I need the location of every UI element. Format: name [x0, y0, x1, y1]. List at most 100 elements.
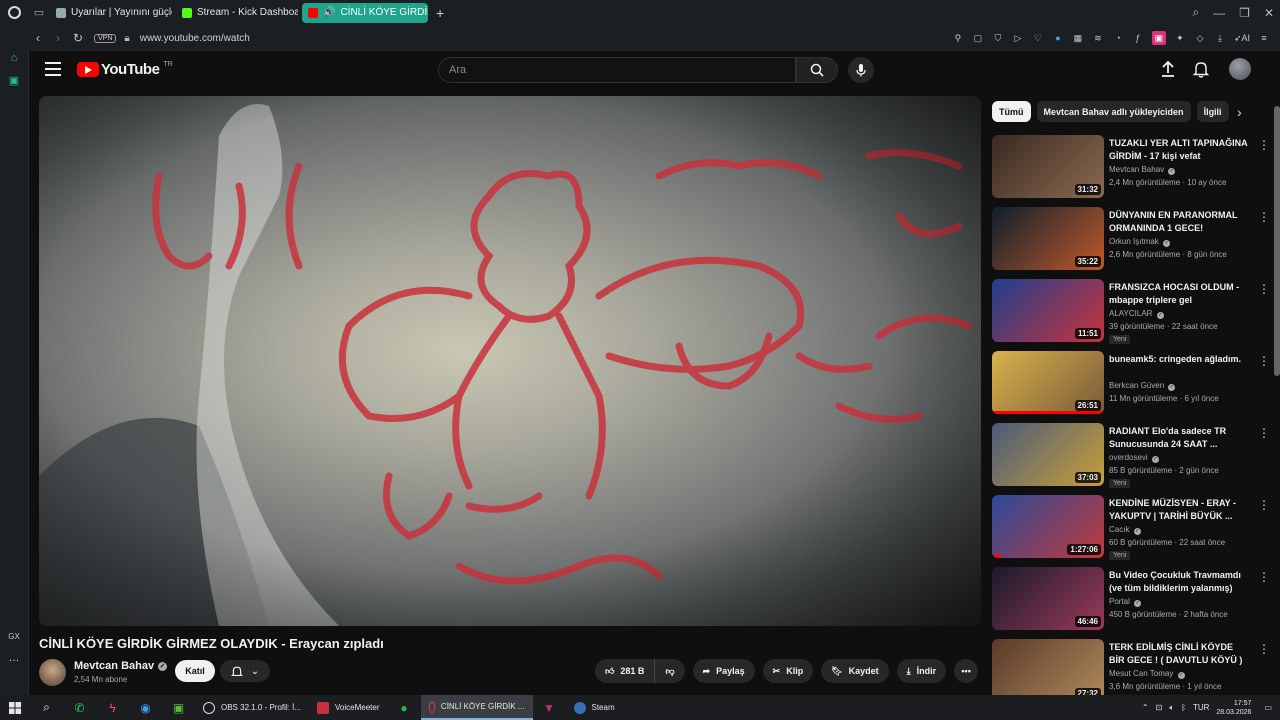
- xbox-icon[interactable]: ▣: [162, 695, 195, 720]
- save-button[interactable]: 🔖︎ Kaydet: [821, 659, 889, 683]
- recommendation-item[interactable]: 46:46 Bu Video Çocukluk Travmamdı (ve tü…: [992, 567, 1272, 635]
- close-window-button[interactable]: ✕: [1264, 6, 1274, 20]
- upload-button[interactable]: [1160, 60, 1176, 83]
- join-button[interactable]: Katıl: [175, 660, 215, 682]
- recommendation-title[interactable]: buneamk5: cringeden ağladım.: [1109, 353, 1249, 366]
- extension-pink-icon[interactable]: ▣: [1151, 31, 1166, 45]
- more-vertical-icon[interactable]: ⋮: [1258, 642, 1270, 656]
- recommendation-item[interactable]: 37:03 RADIANT Elo'da sadece TR Sunucusun…: [992, 423, 1272, 491]
- sidebar-gx-label[interactable]: GX: [0, 625, 28, 647]
- more-actions-button[interactable]: •••: [954, 659, 979, 683]
- subscription-bell-button[interactable]: ⌄: [220, 660, 270, 682]
- chips-next-chevron-icon[interactable]: ›: [1237, 104, 1242, 120]
- channel-name[interactable]: Mevtcan Bahav ✓: [74, 660, 168, 672]
- download-button[interactable]: ⤓ İndir: [896, 659, 947, 683]
- recommendation-title[interactable]: KENDİNE MÜZİSYEN - ERAY - YAKUPTV | TARİ…: [1109, 497, 1249, 523]
- account-avatar[interactable]: [1229, 58, 1251, 80]
- video-thumbnail[interactable]: 31:32: [992, 135, 1104, 198]
- url-field[interactable]: www.youtube.com/watch: [140, 33, 250, 44]
- more-vertical-icon[interactable]: ⋮: [1258, 570, 1270, 584]
- video-thumbnail[interactable]: 27:32: [992, 639, 1104, 702]
- search-input[interactable]: Ara: [438, 57, 796, 83]
- more-vertical-icon[interactable]: ⋮: [1258, 282, 1270, 296]
- opera-gx-logo-icon[interactable]: [0, 0, 28, 25]
- back-button[interactable]: ‹: [28, 31, 48, 45]
- recommendation-item[interactable]: 35:22 DÜNYANIN EN PARANORMAL ORMANINDA 1…: [992, 207, 1272, 275]
- vegas-icon[interactable]: ▼: [533, 695, 566, 720]
- recommendation-item[interactable]: 31:32 TUZAKLI YER ALTI TAPINAĞINA GİRDİM…: [992, 135, 1272, 203]
- shield-icon[interactable]: ⛉: [992, 32, 1004, 44]
- player-icon[interactable]: ▷: [1012, 32, 1024, 44]
- video-thumbnail[interactable]: 26:51: [992, 351, 1104, 414]
- search-tabs-icon[interactable]: ⌕: [1192, 5, 1199, 20]
- clip-button[interactable]: ✂ Klip: [762, 659, 814, 683]
- extension-clock-icon[interactable]: ◔: [1112, 32, 1124, 44]
- browser-menu-icon[interactable]: ≡: [1258, 32, 1270, 44]
- tray-volume-icon[interactable]: 🔈︎: [1169, 703, 1174, 713]
- language-indicator[interactable]: TUR: [1193, 703, 1209, 712]
- tray-chevron-up-icon[interactable]: ⌃: [1142, 703, 1149, 712]
- dislike-button[interactable]: 👎︎: [655, 659, 685, 683]
- more-vertical-icon[interactable]: ⋮: [1258, 426, 1270, 440]
- snapshot-icon[interactable]: ▢: [972, 32, 984, 44]
- page-scrollbar[interactable]: [1274, 106, 1280, 376]
- video-thumbnail[interactable]: 35:22: [992, 207, 1104, 270]
- video-player[interactable]: [39, 96, 981, 626]
- share-button[interactable]: ➦ Paylaş: [692, 659, 755, 683]
- forward-button[interactable]: ›: [48, 31, 68, 45]
- more-vertical-icon[interactable]: ⋮: [1258, 498, 1270, 512]
- recommendation-channel[interactable]: overdosevi ✓: [1109, 453, 1159, 463]
- extension-slash-icon[interactable]: ƒ: [1132, 32, 1144, 44]
- recommendation-channel[interactable]: Cacık ✓: [1109, 525, 1141, 535]
- recommendation-title[interactable]: TUZAKLI YER ALTI TAPINAĞINA GİRDİM - 17 …: [1109, 137, 1249, 163]
- download-icon[interactable]: ⤓: [1214, 32, 1226, 44]
- like-button[interactable]: 👍︎ 281 B: [595, 659, 656, 683]
- tray-network-icon[interactable]: ⊡: [1156, 703, 1163, 712]
- sidebar-ai-icon[interactable]: ⌂: [0, 47, 28, 69]
- chip-all[interactable]: Tümü: [992, 101, 1031, 122]
- notifications-button[interactable]: [1192, 60, 1210, 83]
- taskbar-app-obs[interactable]: OBS 32.1.0 - Profil: İ...: [195, 695, 309, 720]
- extension-box-icon[interactable]: ▦: [1072, 32, 1084, 44]
- lock-icon[interactable]: 🔒︎: [124, 33, 129, 44]
- more-vertical-icon[interactable]: ⋮: [1258, 210, 1270, 224]
- recommendation-title[interactable]: DÜNYANIN EN PARANORMAL ORMANINDA 1 GECE!: [1109, 209, 1249, 235]
- recommendation-title[interactable]: FRANSIZCA HOCASI OLDUM - mbappe triplere…: [1109, 281, 1249, 307]
- speaker-icon[interactable]: 🔊: [323, 7, 335, 18]
- taskbar-app-voicemeeter[interactable]: VoiceMeeter: [309, 695, 387, 720]
- restore-button[interactable]: ❐: [1239, 6, 1250, 20]
- whatsapp-icon[interactable]: ✆: [63, 695, 96, 720]
- video-thumbnail[interactable]: 1:27:06: [992, 495, 1104, 558]
- edge-icon[interactable]: ◉: [129, 695, 162, 720]
- channel-avatar[interactable]: [39, 659, 66, 686]
- spotify-icon[interactable]: ●: [388, 695, 421, 720]
- chip-related[interactable]: İlgili: [1196, 101, 1229, 122]
- recommendation-item[interactable]: 11:51 FRANSIZCA HOCASI OLDUM - mbappe tr…: [992, 279, 1272, 347]
- chip-from-uploader[interactable]: Mevtcan Bahav adlı yükleyiciden: [1036, 101, 1191, 122]
- pin-icon[interactable]: ⚲: [952, 32, 964, 44]
- recommendation-channel[interactable]: Mesut Can Tomay ✓: [1109, 669, 1185, 679]
- extension-gem-icon[interactable]: ◇: [1194, 32, 1206, 44]
- recommendation-channel[interactable]: Orkun Işıtmak ✓: [1109, 237, 1171, 247]
- taskbar-app-steam[interactable]: Steam: [566, 695, 623, 720]
- notification-center-icon[interactable]: ▭: [1264, 703, 1272, 712]
- valorant-icon[interactable]: ϟ: [96, 695, 129, 720]
- heart-icon[interactable]: ♡: [1032, 32, 1044, 44]
- video-thumbnail[interactable]: 37:03: [992, 423, 1104, 486]
- recommendation-item[interactable]: 26:51 buneamk5: cringeden ağladım. Berkc…: [992, 351, 1272, 419]
- tab-kick-alerts[interactable]: Uyarılar | Yayınını güçlend: [50, 3, 172, 23]
- minimize-button[interactable]: —: [1213, 6, 1225, 20]
- video-thumbnail[interactable]: 11:51: [992, 279, 1104, 342]
- hamburger-menu-icon[interactable]: [45, 62, 61, 76]
- reload-button[interactable]: ↻: [68, 31, 88, 45]
- vpn-badge[interactable]: VPN: [94, 33, 117, 43]
- extensions-puzzle-icon[interactable]: ✦: [1174, 32, 1186, 44]
- recommendation-title[interactable]: TERK EDİLMİŞ CİNLİ KÖYDE BİR GECE ! ( DA…: [1109, 641, 1249, 668]
- recommendation-item[interactable]: 1:27:06 KENDİNE MÜZİSYEN - ERAY - YAKUPT…: [992, 495, 1272, 563]
- sidebar-more-icon[interactable]: …: [0, 647, 28, 669]
- recommendation-channel[interactable]: Portal ✓: [1109, 597, 1142, 607]
- new-tab-button[interactable]: +: [436, 5, 444, 21]
- recommendation-title[interactable]: RADIANT Elo'da sadece TR Sunucusunda 24 …: [1109, 425, 1249, 451]
- search-button[interactable]: [796, 57, 838, 83]
- taskbar-app-opera-gx[interactable]: CİNLİ KÖYE GİRDİK ...: [420, 695, 533, 720]
